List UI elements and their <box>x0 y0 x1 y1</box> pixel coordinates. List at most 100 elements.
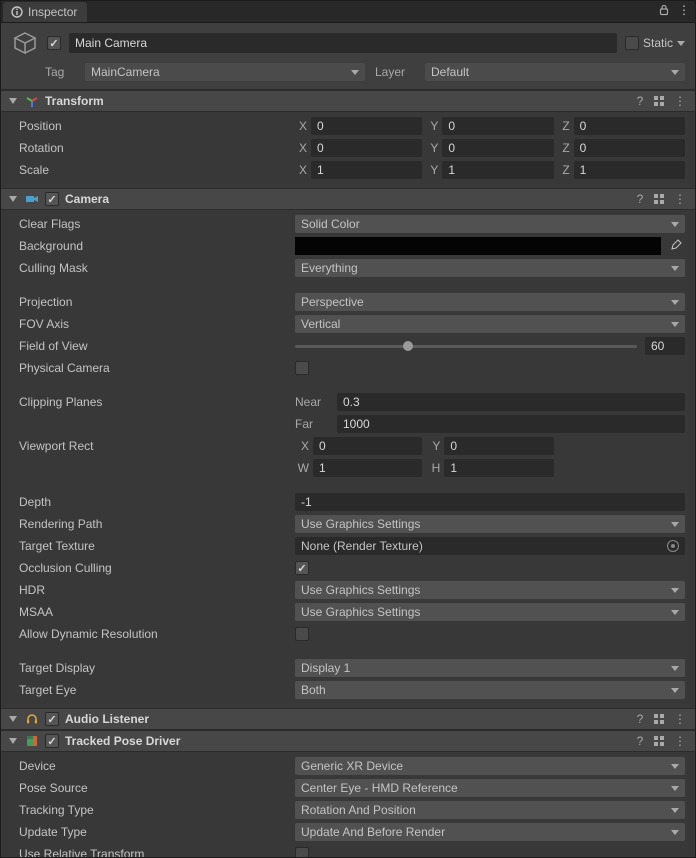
chevron-down-icon <box>671 300 679 305</box>
tpd-enabled-checkbox[interactable] <box>45 734 59 748</box>
rendering-path-dropdown[interactable]: Use Graphics Settings <box>295 515 685 533</box>
object-picker-icon[interactable] <box>667 540 679 552</box>
eyedropper-icon[interactable] <box>667 239 685 253</box>
preset-icon[interactable] <box>653 193 667 205</box>
viewport-rect-label: Viewport Rect <box>11 439 295 453</box>
position-label: Position <box>11 119 295 133</box>
fov-input[interactable] <box>645 337 685 355</box>
scale-z-input[interactable] <box>574 161 685 179</box>
chevron-down-icon <box>671 70 679 75</box>
chevron-down-icon <box>671 222 679 227</box>
target-display-dropdown[interactable]: Display 1 <box>295 659 685 677</box>
foldout-icon[interactable] <box>9 196 17 202</box>
gameobject-icon[interactable] <box>11 29 39 57</box>
tab-inspector[interactable]: Inspector <box>3 2 87 22</box>
camera-enabled-checkbox[interactable] <box>45 192 59 206</box>
viewport-x-input[interactable] <box>313 437 422 455</box>
audio-listener-header[interactable]: Audio Listener ? ⋮ <box>1 708 695 730</box>
tag-dropdown[interactable]: MainCamera <box>85 63 365 81</box>
use-relative-transform-checkbox[interactable] <box>295 847 309 857</box>
preset-icon[interactable] <box>653 713 667 725</box>
rotation-z-input[interactable] <box>574 139 685 157</box>
projection-label: Projection <box>11 295 295 309</box>
foldout-icon[interactable] <box>9 738 17 744</box>
kebab-icon[interactable]: ⋮ <box>673 192 687 206</box>
audio-listener-title: Audio Listener <box>65 712 149 726</box>
chevron-down-icon <box>671 588 679 593</box>
target-eye-dropdown[interactable]: Both <box>295 681 685 699</box>
position-z-input[interactable] <box>574 117 685 135</box>
update-type-label: Update Type <box>11 825 295 839</box>
clear-flags-dropdown[interactable]: Solid Color <box>295 215 685 233</box>
pose-source-dropdown[interactable]: Center Eye - HMD Reference <box>295 779 685 797</box>
update-type-dropdown[interactable]: Update And Before Render <box>295 823 685 841</box>
kebab-icon[interactable]: ⋮ <box>673 712 687 726</box>
camera-body: Clear Flags Solid Color Background Culli… <box>1 210 695 708</box>
depth-input[interactable] <box>295 493 685 511</box>
viewport-y-input[interactable] <box>444 437 553 455</box>
rotation-y-input[interactable] <box>442 139 553 157</box>
scale-y-input[interactable] <box>442 161 553 179</box>
tag-label: Tag <box>45 65 75 79</box>
script-icon <box>25 734 39 748</box>
lock-icon[interactable] <box>658 4 670 16</box>
projection-dropdown[interactable]: Perspective <box>295 293 685 311</box>
device-dropdown[interactable]: Generic XR Device <box>295 757 685 775</box>
tracked-pose-driver-header[interactable]: Tracked Pose Driver ? ⋮ <box>1 730 695 752</box>
rotation-x-input[interactable] <box>311 139 422 157</box>
chevron-down-icon[interactable] <box>677 41 685 46</box>
tracking-type-dropdown[interactable]: Rotation And Position <box>295 801 685 819</box>
clipping-planes-label: Clipping Planes <box>11 395 295 409</box>
fov-label: Field of View <box>11 339 295 353</box>
culling-mask-dropdown[interactable]: Everything <box>295 259 685 277</box>
help-icon[interactable]: ? <box>633 734 647 748</box>
kebab-icon[interactable]: ⋮ <box>678 3 689 17</box>
dynamic-resolution-checkbox[interactable] <box>295 627 309 641</box>
fov-slider[interactable] <box>295 340 637 352</box>
tpd-title: Tracked Pose Driver <box>65 734 180 748</box>
background-color-field[interactable] <box>295 237 661 255</box>
scale-x-input[interactable] <box>311 161 422 179</box>
viewport-h-input[interactable] <box>444 459 553 477</box>
preset-icon[interactable] <box>653 735 667 747</box>
static-checkbox[interactable] <box>625 36 639 50</box>
gameobject-header: Static Tag MainCamera Layer Default <box>1 23 695 90</box>
near-input[interactable] <box>337 393 685 411</box>
target-display-label: Target Display <box>11 661 295 675</box>
rendering-path-label: Rendering Path <box>11 517 295 531</box>
background-label: Background <box>11 239 295 253</box>
chevron-down-icon <box>671 666 679 671</box>
occlusion-culling-label: Occlusion Culling <box>11 561 295 575</box>
gameobject-name-input[interactable] <box>69 33 617 53</box>
foldout-icon[interactable] <box>9 98 17 104</box>
transform-body: Position X Y Z Rotation X Y Z Scale X Y … <box>1 112 695 188</box>
static-toggle[interactable]: Static <box>625 36 685 50</box>
hdr-dropdown[interactable]: Use Graphics Settings <box>295 581 685 599</box>
foldout-icon[interactable] <box>9 716 17 722</box>
help-icon[interactable]: ? <box>633 94 647 108</box>
position-y-input[interactable] <box>442 117 553 135</box>
help-icon[interactable]: ? <box>633 712 647 726</box>
static-label: Static <box>643 36 673 50</box>
viewport-w-input[interactable] <box>313 459 422 477</box>
camera-header[interactable]: Camera ? ⋮ <box>1 188 695 210</box>
kebab-icon[interactable]: ⋮ <box>673 734 687 748</box>
preset-icon[interactable] <box>653 95 667 107</box>
fov-axis-dropdown[interactable]: Vertical <box>295 315 685 333</box>
occlusion-culling-checkbox[interactable] <box>295 561 309 575</box>
msaa-dropdown[interactable]: Use Graphics Settings <box>295 603 685 621</box>
scale-label: Scale <box>11 163 295 177</box>
gameobject-enabled-checkbox[interactable] <box>47 36 61 50</box>
help-icon[interactable]: ? <box>633 192 647 206</box>
audio-enabled-checkbox[interactable] <box>45 712 59 726</box>
transform-header[interactable]: Transform ? ⋮ <box>1 90 695 112</box>
kebab-icon[interactable]: ⋮ <box>673 94 687 108</box>
physical-camera-checkbox[interactable] <box>295 361 309 375</box>
dynamic-resolution-label: Allow Dynamic Resolution <box>11 627 295 641</box>
msaa-label: MSAA <box>11 605 295 619</box>
target-texture-field[interactable]: None (Render Texture) <box>295 537 685 555</box>
position-x-input[interactable] <box>311 117 422 135</box>
layer-dropdown[interactable]: Default <box>425 63 685 81</box>
culling-mask-label: Culling Mask <box>11 261 295 275</box>
far-input[interactable] <box>337 415 685 433</box>
